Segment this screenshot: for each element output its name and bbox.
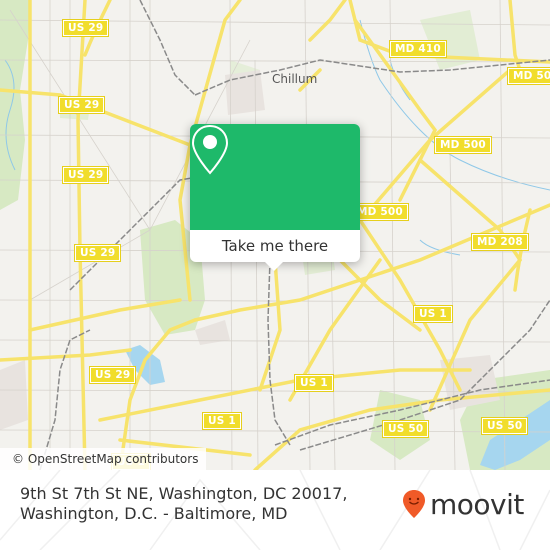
route-shield-us29: US 29 — [88, 366, 137, 384]
destination-popup: Take me there — [190, 124, 360, 271]
map-pin-icon — [191, 124, 229, 175]
route-shield-us1: US 1 — [202, 412, 242, 430]
route-shield-md500: MD 500 — [434, 136, 492, 154]
route-shield-us50: US 50 — [480, 417, 529, 435]
moovit-logo[interactable]: moovit — [402, 486, 524, 522]
popup-header — [190, 124, 360, 230]
map-attribution[interactable]: © OpenStreetMap contributors — [0, 448, 207, 470]
take-me-there-button[interactable]: Take me there — [190, 230, 360, 262]
route-shield-md500: MD 500 — [507, 67, 550, 85]
route-shield-us29: US 29 — [61, 166, 110, 184]
route-shield-us29: US 29 — [57, 96, 106, 114]
route-shield-us29: US 29 — [73, 244, 122, 262]
place-label-chillum: Chillum — [272, 72, 318, 86]
address-text: 9th St 7th St NE, Washington, DC 20017, … — [20, 484, 348, 523]
footer: 9th St 7th St NE, Washington, DC 20017, … — [0, 470, 550, 550]
moovit-smiley-pin-icon — [403, 490, 425, 518]
route-shield-md410: MD 410 — [389, 40, 447, 58]
route-shield-md208: MD 208 — [471, 233, 529, 251]
route-shield-md500: MD 500 — [351, 203, 409, 221]
route-shield-us1: US 1 — [294, 374, 334, 392]
route-shield-us1: US 1 — [413, 305, 453, 323]
moovit-logo-text: moovit — [430, 487, 524, 521]
route-shield-us29: US 29 — [61, 19, 110, 37]
map[interactable]: Chillum US 29 US 29 US 29 US 29 US 29 MD… — [0, 0, 550, 470]
popup-pointer — [265, 262, 283, 271]
route-shield-us50: US 50 — [381, 420, 430, 438]
